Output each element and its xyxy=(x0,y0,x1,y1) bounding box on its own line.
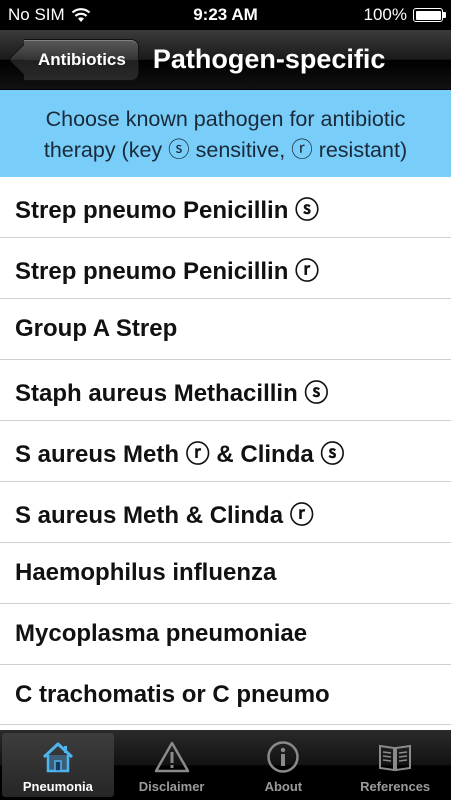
back-button[interactable]: Antibiotics xyxy=(24,38,139,81)
tab-label: Disclaimer xyxy=(138,779,205,794)
instruction-line-1: Choose known pathogen for antibiotic xyxy=(45,107,406,131)
back-button-wrap: Antibiotics xyxy=(10,38,139,81)
list-item[interactable]: C trachomatis or C pneumo xyxy=(0,665,451,725)
status-right: 100% xyxy=(303,5,446,25)
tab-pneumonia[interactable]: Pneumonia xyxy=(2,733,114,797)
tab-bar: Pneumonia Disclaimer About References xyxy=(0,730,451,800)
list-item[interactable]: Strep pneumo Penicillin ⓢ xyxy=(0,177,451,238)
list-item[interactable]: Strep pneumo Penicillin ⓡ xyxy=(0,238,451,299)
list-item[interactable]: Staph aureus Methacillin ⓢ xyxy=(0,360,451,421)
instruction-line-2: therapy (key ⓢ sensitive, ⓡ resistant) xyxy=(43,138,408,162)
battery-icon xyxy=(413,8,446,22)
tab-label: Pneumonia xyxy=(22,779,93,794)
battery-percent: 100% xyxy=(363,5,407,24)
status-bar: No SIM 9:23 AM 100% xyxy=(0,0,451,30)
instruction-banner: Choose known pathogen for antibiotic the… xyxy=(0,90,451,177)
tab-disclaimer[interactable]: Disclaimer xyxy=(116,730,228,800)
list-item[interactable]: Group A Strep xyxy=(0,299,451,360)
status-left: No SIM xyxy=(8,5,148,25)
carrier-label: No SIM xyxy=(8,5,65,24)
wifi-icon xyxy=(71,8,90,22)
tab-label: About xyxy=(264,779,303,794)
tab-about[interactable]: About xyxy=(228,730,340,800)
list-item[interactable]: S aureus Meth ⓡ & Clinda ⓢ xyxy=(0,421,451,482)
clock: 9:23 AM xyxy=(193,5,258,24)
info-icon xyxy=(267,741,300,773)
list-item[interactable]: Mycoplasma pneumoniae xyxy=(0,604,451,665)
list-item[interactable]: S aureus Meth & Clinda ⓡ xyxy=(0,482,451,543)
home-icon xyxy=(42,742,73,773)
page-title: Pathogen-specific xyxy=(152,44,386,74)
list-item[interactable]: Haemophilus influenza xyxy=(0,543,451,604)
warning-icon xyxy=(154,741,189,773)
navigation-bar: Antibiotics Pathogen-specific xyxy=(0,30,451,90)
battery-fill xyxy=(415,10,441,20)
book-icon xyxy=(379,744,412,772)
tab-references[interactable]: References xyxy=(339,730,451,800)
tab-label: References xyxy=(360,779,431,794)
back-button-label: Antibiotics xyxy=(38,49,126,69)
pathogen-list: Strep pneumo Penicillin ⓢ Strep pneumo P… xyxy=(0,177,451,725)
